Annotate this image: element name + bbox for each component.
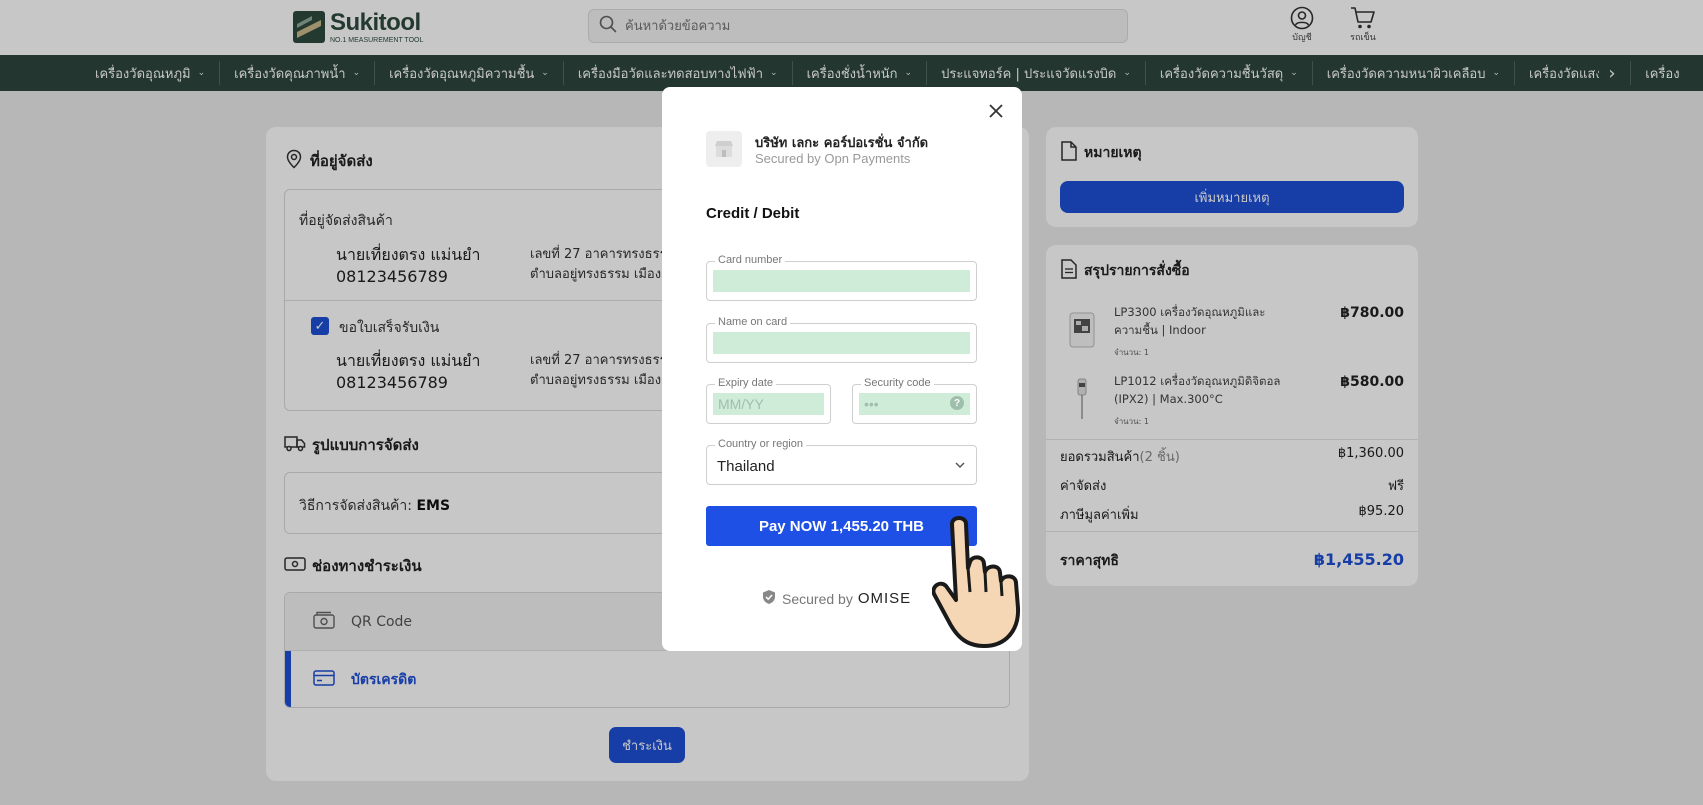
merchant-subtitle: Secured by Opn Payments bbox=[755, 151, 911, 166]
close-icon bbox=[989, 103, 1003, 123]
expiry-field: Expiry date bbox=[706, 377, 831, 424]
card-number-field: Card number bbox=[706, 254, 977, 301]
secured-by-label: Secured by bbox=[782, 590, 853, 607]
omise-brand: OMISE bbox=[857, 590, 912, 607]
merchant-store-icon bbox=[706, 131, 742, 167]
country-value: Thailand bbox=[717, 458, 775, 475]
chevron-down-icon bbox=[954, 458, 966, 476]
expiry-input[interactable] bbox=[713, 393, 824, 415]
secured-by-footer: Secured by OMISE bbox=[762, 589, 911, 608]
name-on-card-field: Name on card bbox=[706, 316, 977, 363]
field-label: Name on card bbox=[715, 316, 791, 328]
close-button[interactable] bbox=[986, 103, 1006, 123]
country-select[interactable]: Country or region Thailand bbox=[706, 438, 977, 485]
field-label: Security code bbox=[861, 377, 934, 389]
shield-check-icon bbox=[762, 589, 782, 608]
field-label: Expiry date bbox=[715, 377, 777, 389]
name-on-card-input[interactable] bbox=[713, 332, 970, 354]
merchant-name: บริษัท เลกะ คอร์ปอเรชั่น จำกัด bbox=[755, 136, 929, 151]
security-code-field: Security code ? bbox=[852, 377, 977, 424]
field-label: Card number bbox=[715, 254, 786, 266]
card-number-input[interactable] bbox=[713, 270, 970, 292]
field-label: Country or region bbox=[715, 438, 806, 450]
pointer-hand-icon bbox=[931, 512, 1047, 652]
help-icon[interactable]: ? bbox=[950, 396, 964, 410]
modal-heading: Credit / Debit bbox=[706, 205, 800, 222]
